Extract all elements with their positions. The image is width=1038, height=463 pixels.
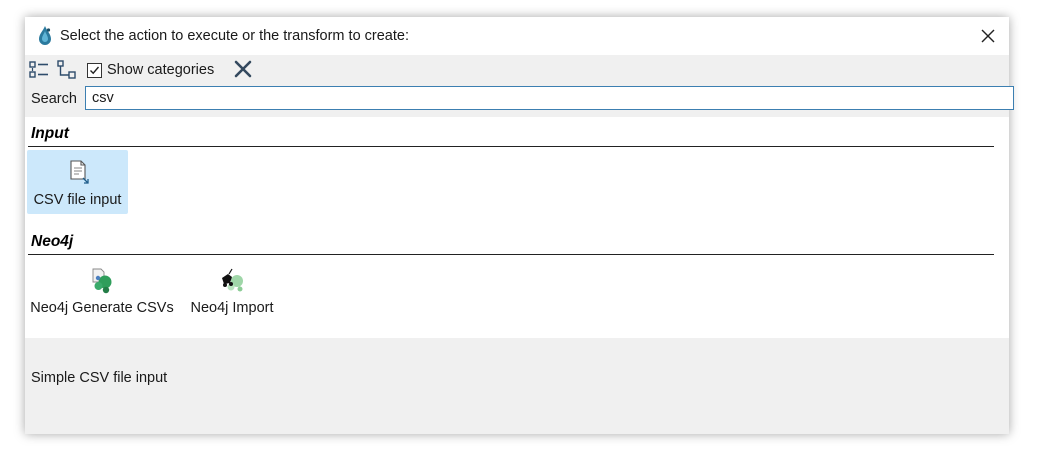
neo4j-generate-csvs-icon — [92, 268, 112, 294]
dialog-title: Select the action to execute or the tran… — [60, 28, 409, 44]
transform-item-neo4j-generate-csvs[interactable]: Neo4j Generate CSVs — [29, 258, 175, 322]
title-bar: Select the action to execute or the tran… — [25, 17, 1009, 55]
transform-item-label: Neo4j Import — [190, 300, 274, 316]
transform-item-csv-file-input[interactable]: CSV file input — [27, 150, 128, 214]
transform-list: Input CSV file input Neo4j Neo4j Generat… — [25, 117, 1009, 338]
clear-icon[interactable] — [232, 58, 254, 80]
category-divider — [28, 146, 994, 147]
transform-description: Simple CSV file input — [31, 370, 168, 386]
show-categories-checkbox[interactable] — [87, 62, 102, 78]
transform-item-neo4j-import[interactable]: Neo4j Import — [184, 258, 280, 322]
close-icon[interactable] — [979, 27, 997, 45]
category-header-neo4j: Neo4j — [31, 233, 74, 250]
hop-icon — [39, 26, 51, 45]
show-categories-label: Show categories — [107, 62, 215, 78]
category-header-input: Input — [31, 125, 69, 142]
description-panel: Simple CSV file input — [25, 338, 1009, 434]
csv-file-input-icon — [69, 160, 89, 184]
tree-view-icon[interactable] — [56, 59, 78, 81]
search-input[interactable] — [85, 86, 1014, 110]
search-label: Search — [31, 91, 77, 107]
show-categories-toggle[interactable]: Show categories — [87, 59, 214, 81]
toolbar: Show categories Search — [25, 55, 1014, 117]
category-divider — [28, 254, 994, 255]
transform-item-label: Neo4j Generate CSVs — [30, 300, 174, 316]
checkmark-icon — [90, 66, 100, 74]
transform-selection-dialog: Select the action to execute or the tran… — [25, 17, 1014, 434]
neo4j-import-icon — [222, 268, 243, 292]
list-view-icon[interactable] — [28, 59, 50, 81]
transform-item-label: CSV file input — [33, 192, 122, 208]
